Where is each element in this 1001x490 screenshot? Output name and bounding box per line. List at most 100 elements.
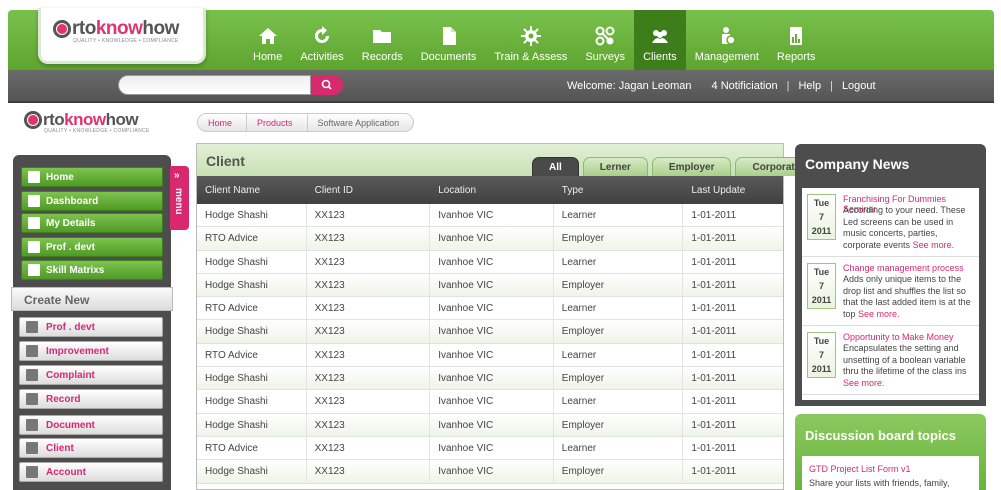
create-prof-devt[interactable]: Prof . devt: [19, 317, 163, 337]
document-icon: [442, 27, 456, 45]
location-cell: Ivanhoe VIC: [430, 250, 554, 273]
type-cell: Employer: [554, 413, 684, 436]
table-row[interactable]: Hodge Shashi XX123 Ivanhoe VIC Learner 1-01-…: [197, 250, 783, 274]
sidebar-item-home[interactable]: Home: [21, 167, 163, 187]
table-row[interactable]: RTO Advice XX123 Ivanhoe VIC Learner 1-01-20…: [197, 297, 783, 321]
column-header-last-update[interactable]: Last Update: [683, 176, 783, 204]
news-day: Tue: [813, 198, 830, 208]
type-cell: Learner: [554, 390, 684, 413]
column-header-client-id[interactable]: Client ID: [307, 176, 431, 204]
create-document[interactable]: Document: [19, 415, 163, 435]
nav-surveys[interactable]: Surveys: [576, 10, 634, 70]
breadcrumb-products[interactable]: Products: [246, 113, 308, 132]
sidebar-toggle-tab[interactable]: » menu: [170, 166, 189, 230]
news-item-title[interactable]: Change management process: [843, 263, 964, 273]
sidebar-item-prof-devt[interactable]: Prof . devt: [21, 237, 163, 257]
breadcrumb-home[interactable]: Home: [197, 113, 248, 132]
type-cell: Learner: [554, 250, 684, 273]
breadcrumb: Home Products Software Application: [197, 113, 415, 132]
column-header-type[interactable]: Type: [554, 176, 684, 204]
search-button[interactable]: [311, 75, 343, 95]
sidebar-item-skill-matrixs[interactable]: Skill Matrixs: [21, 260, 163, 280]
create-item-label: Account: [46, 466, 86, 478]
type-cell: Learner: [554, 297, 684, 320]
nav-train-assess[interactable]: Train & Assess: [485, 10, 576, 70]
last-update-cell: 1-01-2011: [691, 442, 737, 454]
news-day: Tue: [813, 336, 830, 346]
notifications-link[interactable]: 4 Notificiation: [712, 80, 778, 92]
tab-lerner[interactable]: Lerner: [582, 157, 648, 176]
column-header-client-name[interactable]: Client Name: [197, 176, 307, 204]
create-complaint[interactable]: Complaint: [19, 365, 163, 385]
client-name-cell: RTO Advice: [197, 343, 307, 367]
discussion-item-text: Share your lists with friends, family,: [809, 478, 950, 488]
news-date: 7: [818, 212, 824, 222]
table-row[interactable]: Hodge Shashi XX123 Ivanhoe VIC Employer 1-01…: [197, 273, 783, 298]
table-row[interactable]: RTO Advice XX123 Ivanhoe VIC Learner 1-01-20…: [197, 343, 783, 368]
last-update-cell: 1-01-2011: [691, 326, 737, 338]
nav-records-label: Records: [361, 51, 403, 63]
nav-management[interactable]: Management: [686, 10, 768, 70]
logout-link[interactable]: Logout: [842, 80, 876, 92]
table-row[interactable]: Hodge Shashi XX123 Ivanhoe VIC Learner 1-01-…: [197, 390, 783, 414]
nav-reports[interactable]: Reports: [768, 10, 825, 70]
search-input[interactable]: [118, 75, 311, 95]
create-item-label: Improvement: [46, 345, 109, 357]
last-update-cell: 1-01-2011: [691, 279, 737, 291]
discussion-title: Discussion board topics: [805, 428, 956, 443]
table-row[interactable]: RTO Advice XX123 Ivanhoe VIC Learner 1-01-20…: [197, 436, 783, 461]
table-row[interactable]: Hodge Shashi XX123 Ivanhoe VIC Employer 1-01…: [197, 460, 783, 484]
table-row[interactable]: RTO Advice XX123 Ivanhoe VIC Employer 1-01-2…: [197, 227, 783, 251]
brand-logo-tab[interactable]: rto know how QUALITY • KNOWLEDGE • COMPL…: [38, 8, 206, 64]
news-item-title[interactable]: Opportunity to Make Money: [843, 332, 954, 342]
main-nav: Home Activities Records Documents Train …: [244, 10, 824, 70]
nav-home[interactable]: Home: [244, 10, 291, 70]
news-see-more-link[interactable]: See more.: [843, 378, 885, 388]
nav-records[interactable]: Records: [353, 10, 412, 70]
separator: |: [830, 80, 833, 92]
brand-logo: rto know how QUALITY • KNOWLEDGE • COMPL…: [53, 18, 179, 44]
sidebar-item-my-details[interactable]: My Details: [21, 213, 163, 233]
client-id-cell: XX123: [307, 250, 431, 273]
nav-home-label: Home: [253, 51, 283, 63]
news-see-more-link[interactable]: See more.: [913, 240, 955, 250]
tab-all[interactable]: All: [532, 157, 579, 176]
news-date: 7: [818, 350, 824, 360]
news-year: 2011: [811, 364, 832, 374]
sidebar-item-dashboard[interactable]: Dashboard: [21, 191, 163, 211]
nav-clients[interactable]: Clients: [634, 10, 686, 70]
tab-employer[interactable]: Employer: [651, 157, 732, 176]
sidebar-toggle-label: menu: [173, 188, 184, 215]
help-link[interactable]: Help: [798, 80, 821, 92]
brand-part-know: know: [64, 110, 106, 129]
column-header-location[interactable]: Location: [430, 176, 554, 204]
news-year: 2011: [811, 295, 832, 305]
table-row[interactable]: Hodge Shashi XX123 Ivanhoe VIC Learner 1-01-…: [197, 204, 783, 228]
type-cell: Employer: [554, 227, 684, 250]
nav-activities[interactable]: Activities: [291, 10, 352, 70]
nav-clients-label: Clients: [643, 51, 677, 63]
nav-documents[interactable]: Documents: [412, 10, 486, 70]
record-icon: [26, 393, 38, 405]
table-body: Hodge Shashi XX123 Ivanhoe VIC Learner 1-01-…: [197, 204, 783, 484]
calculator-icon: [26, 466, 38, 478]
create-record[interactable]: Record: [19, 389, 163, 409]
type-cell: Employer: [554, 320, 684, 343]
news-see-more-link[interactable]: See more.: [858, 309, 900, 319]
client-id-cell: XX123: [307, 273, 431, 297]
client-name-cell: Hodge Shashi: [197, 367, 307, 390]
table-row[interactable]: Hodge Shashi XX123 Ivanhoe VIC Employer 1-01…: [197, 367, 783, 391]
discussion-item-title[interactable]: GTD Project List Form v1: [809, 464, 911, 474]
survey-icon: [595, 26, 615, 46]
create-account[interactable]: Account: [19, 462, 163, 482]
client-id-cell: XX123: [307, 204, 431, 227]
table-row[interactable]: Hodge Shashi XX123 Ivanhoe VIC Employer 1-01…: [197, 413, 783, 437]
nav-management-label: Management: [694, 51, 759, 63]
table-row[interactable]: Hodge Shashi XX123 Ivanhoe VIC Employer 1-01…: [197, 320, 783, 344]
create-improvement[interactable]: Improvement: [19, 341, 163, 361]
last-update-cell: 1-01-2011: [691, 373, 737, 385]
create-client[interactable]: Client: [19, 438, 163, 458]
company-news-panel: Company News Tue 7 2011 Franchising For Dum…: [795, 144, 986, 406]
user-icon: [28, 241, 40, 253]
welcome-text: Welcome: Jagan Leoman: [567, 80, 692, 92]
